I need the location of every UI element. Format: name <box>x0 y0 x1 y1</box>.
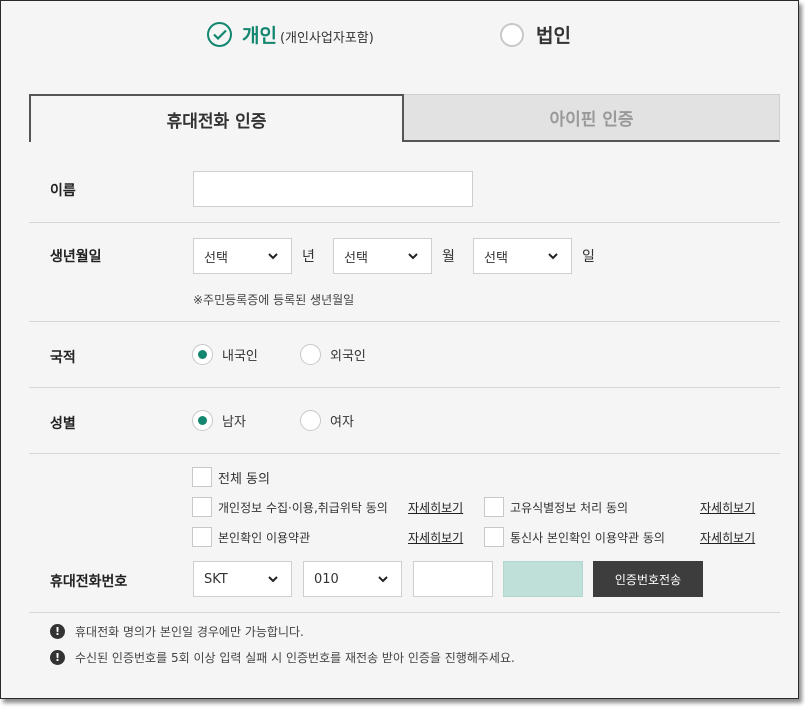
birth-day-select[interactable]: 선택 <box>473 238 572 274</box>
notice-item: ! 수신된 인증번호를 5회 이상 입력 실패 시 인증번호를 재전송 받아 인… <box>50 649 515 666</box>
birth-year-value: 선택 <box>204 250 228 266</box>
agree-identity-terms-detail-link[interactable]: 자세히보기 <box>408 529 463 546</box>
agree-identity-terms-checkbox[interactable]: 본인확인 이용약관 <box>192 527 310 547</box>
divider <box>29 387 780 388</box>
nationality-foreign-radio[interactable]: 외국인 <box>300 344 366 365</box>
notice-text: 휴대전화 명의가 본인일 경우에만 가능합니다. <box>75 625 304 639</box>
name-input[interactable] <box>193 171 473 207</box>
radio-empty-icon <box>500 22 524 47</box>
phone-last-input[interactable] <box>503 561 583 597</box>
radio-selected-icon <box>192 344 213 365</box>
chevron-down-icon <box>268 576 278 583</box>
agree-identity-terms-label: 본인확인 이용약관 <box>218 530 311 545</box>
carrier-select[interactable]: SKT <box>193 561 292 597</box>
notice-item: ! 휴대전화 명의가 본인일 경우에만 가능합니다. <box>50 623 304 640</box>
agree-privacy-detail-link[interactable]: 자세히보기 <box>408 499 463 516</box>
verification-panel: 개인 (개인사업자포함) 법인 휴대전화 인증 아이핀 인증 이름 생년월일 선… <box>0 0 799 699</box>
phone-middle-input[interactable] <box>413 561 493 597</box>
divider <box>29 612 780 613</box>
tab-phone-auth[interactable]: 휴대전화 인증 <box>29 94 404 142</box>
nationality-label: 국적 <box>50 350 76 366</box>
agree-carrier-terms-label: 통신사 본인확인 이용약관 동의 <box>510 530 665 545</box>
radio-empty-icon <box>300 410 321 431</box>
birth-day-value: 선택 <box>484 250 508 266</box>
exclamation-icon: ! <box>50 650 65 665</box>
gender-label: 성별 <box>50 416 76 432</box>
nationality-domestic-label: 내국인 <box>222 349 258 364</box>
agree-unique-id-checkbox[interactable]: 고유식별정보 처리 동의 <box>484 497 628 517</box>
birth-label: 생년월일 <box>50 249 102 265</box>
chevron-down-icon <box>268 253 278 260</box>
gender-male-radio[interactable]: 남자 <box>192 410 246 431</box>
day-unit: 일 <box>582 249 595 265</box>
checkbox-box <box>192 497 212 517</box>
year-unit: 년 <box>302 249 315 265</box>
month-unit: 월 <box>442 249 455 265</box>
divider <box>29 453 780 454</box>
chevron-down-icon <box>548 253 558 260</box>
chevron-down-icon <box>378 576 388 583</box>
member-type-corporate-label: 법인 <box>536 25 571 47</box>
phone-label: 휴대전화번호 <box>50 574 128 590</box>
agree-carrier-terms-detail-link[interactable]: 자세히보기 <box>700 529 755 546</box>
exclamation-icon: ! <box>50 624 65 639</box>
agree-privacy-label: 개인정보 수집·이용,취급위탁 동의 <box>218 500 388 515</box>
divider <box>29 222 780 223</box>
carrier-value: SKT <box>204 571 228 587</box>
phone-prefix-value: 010 <box>314 571 339 587</box>
auth-tabs: 휴대전화 인증 아이핀 인증 <box>29 94 780 142</box>
tab-ipin-auth[interactable]: 아이핀 인증 <box>404 94 780 142</box>
gender-male-label: 남자 <box>222 415 246 430</box>
checkbox-box <box>192 527 212 547</box>
nationality-foreign-label: 외국인 <box>330 349 366 364</box>
birth-month-value: 선택 <box>344 250 368 266</box>
member-type-selector: 개인 (개인사업자포함) 법인 <box>1 21 798 53</box>
birth-year-select[interactable]: 선택 <box>193 238 292 274</box>
checkbox-box <box>484 497 504 517</box>
birth-hint: ※주민등록증에 등록된 생년월일 <box>193 293 355 307</box>
agree-all-checkbox[interactable]: 전체 동의 <box>192 467 270 487</box>
send-code-button[interactable]: 인증번호전송 <box>593 561 703 597</box>
radio-empty-icon <box>300 344 321 365</box>
nationality-domestic-radio[interactable]: 내국인 <box>192 344 258 365</box>
checkbox-box <box>192 467 212 487</box>
agree-all-label: 전체 동의 <box>218 471 270 487</box>
gender-female-label: 여자 <box>330 415 354 430</box>
check-circle-icon <box>207 22 232 47</box>
radio-selected-icon <box>192 410 213 431</box>
agree-unique-id-detail-link[interactable]: 자세히보기 <box>700 499 755 516</box>
member-type-personal-sub: (개인사업자포함) <box>279 30 374 46</box>
member-type-personal-label: 개인 <box>242 25 277 47</box>
notice-text: 수신된 인증번호를 5회 이상 입력 실패 시 인증번호를 재전송 받아 인증을… <box>75 651 515 665</box>
agree-carrier-terms-checkbox[interactable]: 통신사 본인확인 이용약관 동의 <box>484 527 665 547</box>
phone-prefix-select[interactable]: 010 <box>303 561 402 597</box>
member-type-personal[interactable]: 개인 (개인사업자포함) <box>207 21 374 48</box>
divider <box>29 321 780 322</box>
name-label: 이름 <box>50 183 76 199</box>
checkbox-box <box>484 527 504 547</box>
agree-privacy-checkbox[interactable]: 개인정보 수집·이용,취급위탁 동의 <box>192 497 388 517</box>
member-type-corporate[interactable]: 법인 <box>500 21 571 48</box>
chevron-down-icon <box>408 253 418 260</box>
gender-female-radio[interactable]: 여자 <box>300 410 354 431</box>
agree-unique-id-label: 고유식별정보 처리 동의 <box>510 500 629 515</box>
birth-month-select[interactable]: 선택 <box>333 238 432 274</box>
